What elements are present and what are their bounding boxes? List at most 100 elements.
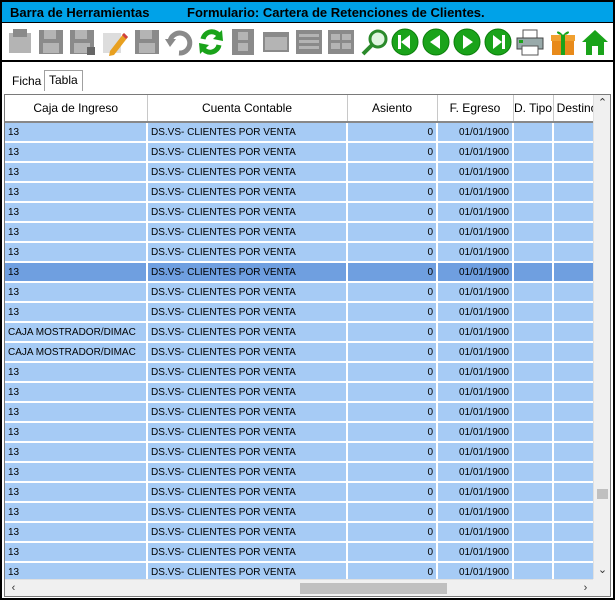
- cell-tipo[interactable]: [513, 282, 554, 303]
- table-row[interactable]: 13 DS.VS- CLIENTES POR VENTA 0 01/01/1900: [5, 262, 602, 283]
- table-row[interactable]: 13 DS.VS- CLIENTES POR VENTA 0 01/01/1900: [5, 302, 602, 323]
- gift-button[interactable]: [548, 27, 578, 57]
- cell-fecha-egreso[interactable]: 01/01/1900: [437, 402, 514, 423]
- table-row[interactable]: 13 DS.VS- CLIENTES POR VENTA 0 01/01/1900: [5, 382, 602, 403]
- table-row[interactable]: 13 DS.VS- CLIENTES POR VENTA 0 01/01/1900: [5, 222, 602, 243]
- cell-cuenta[interactable]: DS.VS- CLIENTES POR VENTA: [147, 342, 348, 363]
- cell-asiento[interactable]: 0: [347, 462, 438, 483]
- scroll-right-icon[interactable]: ›: [577, 580, 594, 596]
- next-record-button[interactable]: [452, 27, 482, 57]
- cell-fecha-egreso[interactable]: 01/01/1900: [437, 282, 514, 303]
- tab-ficha[interactable]: Ficha: [8, 72, 45, 90]
- cell-tipo[interactable]: [513, 342, 554, 363]
- cell-cuenta[interactable]: DS.VS- CLIENTES POR VENTA: [147, 162, 348, 183]
- cell-tipo[interactable]: [513, 322, 554, 343]
- cell-asiento[interactable]: 0: [347, 402, 438, 423]
- vertical-scroll-thumb[interactable]: [597, 489, 608, 499]
- cell-tipo[interactable]: [513, 302, 554, 323]
- cell-tipo[interactable]: [513, 382, 554, 403]
- cell-asiento[interactable]: 0: [347, 242, 438, 263]
- cell-cuenta[interactable]: DS.VS- CLIENTES POR VENTA: [147, 422, 348, 443]
- cell-fecha-egreso[interactable]: 01/01/1900: [437, 422, 514, 443]
- table-row[interactable]: CAJA MOSTRADOR/DIMAC DS.VS- CLIENTES POR …: [5, 342, 602, 363]
- cell-caja[interactable]: 13: [5, 402, 148, 423]
- cell-cuenta[interactable]: DS.VS- CLIENTES POR VENTA: [147, 442, 348, 463]
- delete-button[interactable]: [132, 27, 162, 57]
- table-row[interactable]: 13 DS.VS- CLIENTES POR VENTA 0 01/01/1900: [5, 202, 602, 223]
- table-row[interactable]: 13 DS.VS- CLIENTES POR VENTA 0 01/01/1900: [5, 362, 602, 383]
- cell-cuenta[interactable]: DS.VS- CLIENTES POR VENTA: [147, 222, 348, 243]
- table-row[interactable]: 13 DS.VS- CLIENTES POR VENTA 0 01/01/1900: [5, 542, 602, 563]
- cell-caja[interactable]: 13: [5, 522, 148, 543]
- table-row[interactable]: 13 DS.VS- CLIENTES POR VENTA 0 01/01/1900: [5, 422, 602, 443]
- cell-tipo[interactable]: [513, 402, 554, 423]
- cell-asiento[interactable]: 0: [347, 442, 438, 463]
- cell-asiento[interactable]: 0: [347, 222, 438, 243]
- cell-fecha-egreso[interactable]: 01/01/1900: [437, 502, 514, 523]
- cell-tipo[interactable]: [513, 542, 554, 563]
- cell-caja[interactable]: CAJA MOSTRADOR/DIMAC: [5, 342, 148, 363]
- cell-caja[interactable]: 13: [5, 542, 148, 563]
- cell-tipo[interactable]: [513, 122, 554, 143]
- table-row[interactable]: 13 DS.VS- CLIENTES POR VENTA 0 01/01/1900: [5, 122, 602, 143]
- table-row[interactable]: 13 DS.VS- CLIENTES POR VENTA 0 01/01/1900: [5, 242, 602, 263]
- cell-asiento[interactable]: 0: [347, 142, 438, 163]
- cell-cuenta[interactable]: DS.VS- CLIENTES POR VENTA: [147, 322, 348, 343]
- cell-caja[interactable]: 13: [5, 202, 148, 223]
- cell-asiento[interactable]: 0: [347, 162, 438, 183]
- table-row[interactable]: 13 DS.VS- CLIENTES POR VENTA 0 01/01/1900: [5, 462, 602, 483]
- cell-asiento[interactable]: 0: [347, 542, 438, 563]
- cell-asiento[interactable]: 0: [347, 282, 438, 303]
- undo-button[interactable]: [164, 27, 194, 57]
- cell-fecha-egreso[interactable]: 01/01/1900: [437, 182, 514, 203]
- cell-asiento[interactable]: 0: [347, 482, 438, 503]
- cell-caja[interactable]: 13: [5, 442, 148, 463]
- cell-fecha-egreso[interactable]: 01/01/1900: [437, 142, 514, 163]
- cell-tipo[interactable]: [513, 222, 554, 243]
- film-button[interactable]: [228, 27, 258, 57]
- cell-fecha-egreso[interactable]: 01/01/1900: [437, 462, 514, 483]
- cell-cuenta[interactable]: DS.VS- CLIENTES POR VENTA: [147, 202, 348, 223]
- cell-asiento[interactable]: 0: [347, 302, 438, 323]
- cell-tipo[interactable]: [513, 422, 554, 443]
- save-button[interactable]: [36, 27, 66, 57]
- cell-caja[interactable]: 13: [5, 502, 148, 523]
- cell-asiento[interactable]: 0: [347, 182, 438, 203]
- table-row[interactable]: 13 DS.VS- CLIENTES POR VENTA 0 01/01/1900: [5, 162, 602, 183]
- cell-cuenta[interactable]: DS.VS- CLIENTES POR VENTA: [147, 142, 348, 163]
- cell-asiento[interactable]: 0: [347, 382, 438, 403]
- cell-asiento[interactable]: 0: [347, 322, 438, 343]
- cell-tipo[interactable]: [513, 142, 554, 163]
- cell-fecha-egreso[interactable]: 01/01/1900: [437, 442, 514, 463]
- cell-caja[interactable]: 13: [5, 422, 148, 443]
- refresh-button[interactable]: [196, 27, 226, 57]
- cell-tipo[interactable]: [513, 162, 554, 183]
- cell-fecha-egreso[interactable]: 01/01/1900: [437, 382, 514, 403]
- cell-asiento[interactable]: 0: [347, 262, 438, 283]
- cell-fecha-egreso[interactable]: 01/01/1900: [437, 322, 514, 343]
- cell-cuenta[interactable]: DS.VS- CLIENTES POR VENTA: [147, 122, 348, 143]
- cell-caja[interactable]: 13: [5, 302, 148, 323]
- cell-fecha-egreso[interactable]: 01/01/1900: [437, 302, 514, 323]
- search-button[interactable]: [360, 27, 390, 57]
- table-row[interactable]: 13 DS.VS- CLIENTES POR VENTA 0 01/01/1900: [5, 502, 602, 523]
- cell-tipo[interactable]: [513, 482, 554, 503]
- cell-asiento[interactable]: 0: [347, 502, 438, 523]
- scroll-up-icon[interactable]: ⌃: [594, 95, 610, 112]
- cell-caja[interactable]: 13: [5, 122, 148, 143]
- cell-asiento[interactable]: 0: [347, 422, 438, 443]
- cell-caja[interactable]: 13: [5, 222, 148, 243]
- printer-button[interactable]: [515, 27, 545, 57]
- cell-caja[interactable]: 13: [5, 462, 148, 483]
- cell-cuenta[interactable]: DS.VS- CLIENTES POR VENTA: [147, 262, 348, 283]
- cell-cuenta[interactable]: DS.VS- CLIENTES POR VENTA: [147, 522, 348, 543]
- table-row[interactable]: CAJA MOSTRADOR/DIMAC DS.VS- CLIENTES POR …: [5, 322, 602, 343]
- cell-caja[interactable]: 13: [5, 162, 148, 183]
- cell-fecha-egreso[interactable]: 01/01/1900: [437, 342, 514, 363]
- cell-fecha-egreso[interactable]: 01/01/1900: [437, 522, 514, 543]
- cell-caja[interactable]: 13: [5, 182, 148, 203]
- tab-tabla[interactable]: Tabla: [44, 70, 83, 91]
- column-header-caja[interactable]: Caja de Ingreso: [5, 95, 148, 123]
- cell-asiento[interactable]: 0: [347, 122, 438, 143]
- cell-cuenta[interactable]: DS.VS- CLIENTES POR VENTA: [147, 302, 348, 323]
